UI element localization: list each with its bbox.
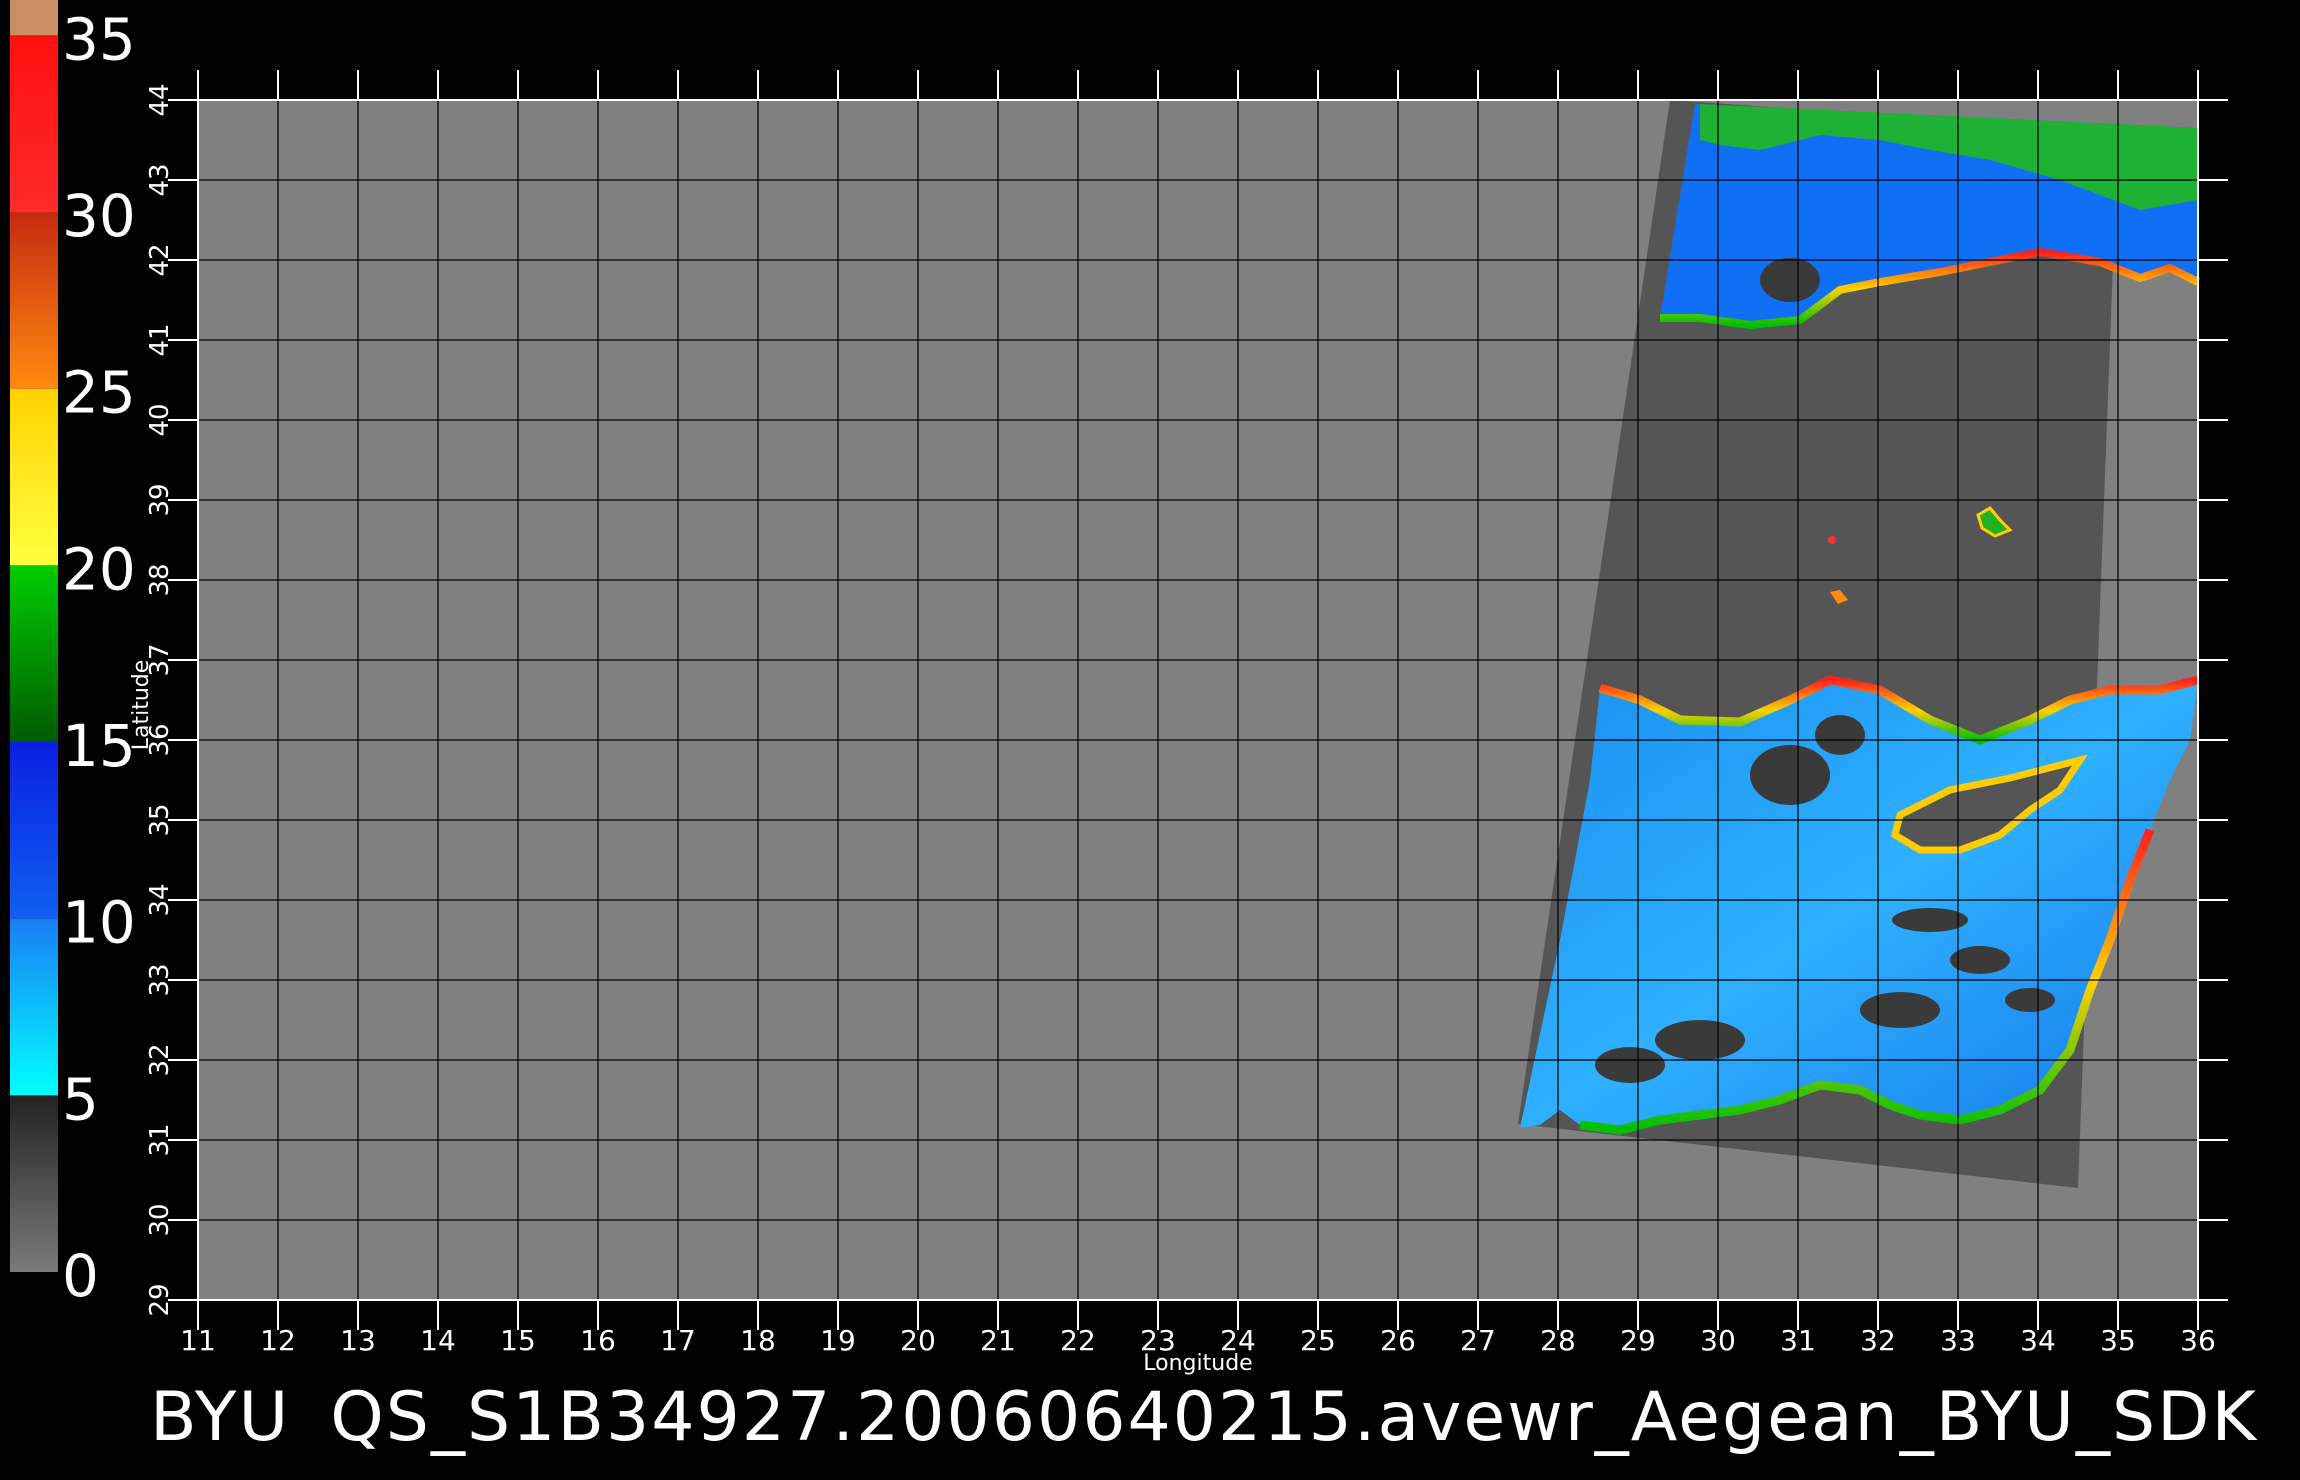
y-axis-label: Latitude xyxy=(129,660,154,751)
lat-label-42: 42 xyxy=(145,243,175,276)
lon-label-30: 30 xyxy=(1700,1324,1736,1357)
colorbar-segment-5-10 xyxy=(10,918,58,1096)
lon-label-18: 18 xyxy=(740,1324,776,1357)
colorbar-segment-10-15 xyxy=(10,742,58,919)
colorbar-segment-30-35 xyxy=(10,35,58,213)
lat-label-43: 43 xyxy=(145,163,175,196)
lat-label-39: 39 xyxy=(145,483,175,516)
lon-label-21: 21 xyxy=(980,1324,1016,1357)
lon-label-27: 27 xyxy=(1460,1324,1496,1357)
lon-label-16: 16 xyxy=(580,1324,616,1357)
colorbar-label-15: 15 xyxy=(62,712,136,780)
lon-label-14: 14 xyxy=(420,1324,456,1357)
colorbar-segment-20-25 xyxy=(10,388,58,566)
lat-label-33: 33 xyxy=(145,963,175,996)
lon-label-17: 17 xyxy=(660,1324,696,1357)
colorbar-label-0: 0 xyxy=(62,1242,99,1310)
colorbar-label-5: 5 xyxy=(62,1065,99,1133)
colorbar-label-35: 35 xyxy=(62,5,136,73)
colorbar-segment-25-30 xyxy=(10,212,58,389)
lat-label-40: 40 xyxy=(145,403,175,436)
lat-label-34: 34 xyxy=(145,883,175,916)
colorbar-label-30: 30 xyxy=(62,182,136,250)
lat-label-41: 41 xyxy=(145,323,175,356)
lon-label-29: 29 xyxy=(1620,1324,1656,1357)
lon-label-13: 13 xyxy=(340,1324,376,1357)
colorbar-label-20: 20 xyxy=(62,535,136,603)
map-figure: 05101520253035 11 12 13 14 15 16 17 18 1… xyxy=(10,0,2228,1376)
lat-label-29: 29 xyxy=(145,1283,175,1316)
lon-label-26: 26 xyxy=(1380,1324,1416,1357)
lon-label-11: 11 xyxy=(180,1324,216,1357)
lat-label-44: 44 xyxy=(145,83,175,116)
lon-label-36: 36 xyxy=(2180,1324,2216,1357)
colorbar-label-25: 25 xyxy=(62,359,136,427)
colorbar-segment-0-5 xyxy=(10,1095,58,1272)
lat-label-30: 30 xyxy=(145,1203,175,1236)
lat-label-31: 31 xyxy=(145,1123,175,1156)
lon-label-25: 25 xyxy=(1300,1324,1336,1357)
lon-label-22: 22 xyxy=(1060,1324,1096,1357)
lat-label-38: 38 xyxy=(145,563,175,596)
lat-label-32: 32 xyxy=(145,1043,175,1076)
image-caption: BYU QS_S1B34927.20060640215.avewr_Aegean_… xyxy=(150,1368,2300,1468)
lon-label-34: 34 xyxy=(2020,1324,2056,1357)
caption-prefix: BYU xyxy=(150,1378,291,1457)
small-island-b xyxy=(1828,536,1836,544)
colorbar-segment-15-20 xyxy=(10,565,58,742)
lon-label-33: 33 xyxy=(1940,1324,1976,1357)
lon-label-20: 20 xyxy=(900,1324,936,1357)
lon-label-31: 31 xyxy=(1780,1324,1816,1357)
colorbar-legend: 0 5 10 15 20 25 30 35 xyxy=(10,0,136,1310)
lat-label-35: 35 xyxy=(145,803,175,836)
lon-label-35: 35 xyxy=(2100,1324,2136,1357)
colorbar-segment-35-36 xyxy=(10,0,58,36)
caption-filename: QS_S1B34927.20060640215.avewr_Aegean_BYU… xyxy=(330,1378,2259,1457)
lon-label-15: 15 xyxy=(500,1324,536,1357)
lon-label-19: 19 xyxy=(820,1324,856,1357)
lon-label-32: 32 xyxy=(1860,1324,1896,1357)
lon-label-12: 12 xyxy=(260,1324,296,1357)
lon-label-28: 28 xyxy=(1540,1324,1576,1357)
colorbar-label-10: 10 xyxy=(62,889,136,957)
